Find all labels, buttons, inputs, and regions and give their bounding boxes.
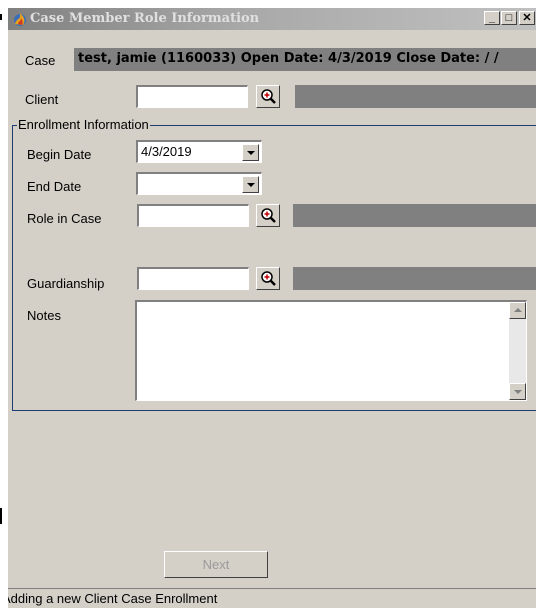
minimize-button[interactable]: _ (484, 11, 500, 25)
notes-scrollbar[interactable] (509, 302, 526, 400)
guardianship-label: Guardianship (27, 276, 105, 291)
guardianship-lookup-button[interactable] (256, 267, 280, 290)
client-lookup-button[interactable] (256, 85, 280, 108)
case-label: Case (25, 53, 56, 68)
begin-date-value: 4/3/2019 (141, 144, 192, 159)
case-member-role-window: Case Member Role Information _ □ ✕ Case … (8, 8, 536, 608)
role-in-case-input[interactable] (137, 204, 249, 227)
client-label: Client (25, 92, 59, 107)
left-edge-mark (0, 14, 2, 20)
magnifier-icon (261, 89, 276, 104)
case-info-text: test, jamie (1160033) Open Date: 4/3/201… (78, 51, 499, 66)
notes-textarea[interactable] (135, 300, 527, 401)
status-bar: Adding a new Client Case Enrollment (8, 588, 536, 608)
end-date-label: End Date (27, 179, 82, 194)
status-text: Adding a new Client Case Enrollment (8, 591, 218, 606)
close-button[interactable]: ✕ (519, 11, 535, 25)
left-edge-mark (0, 508, 2, 524)
begin-date-label: Begin Date (27, 147, 92, 162)
role-in-case-label: Role in Case (27, 211, 102, 226)
next-button[interactable]: Next (164, 551, 268, 578)
scroll-down-icon[interactable] (509, 383, 526, 400)
role-lookup-button[interactable] (256, 204, 280, 227)
window-title: Case Member Role Information (30, 11, 260, 26)
end-date-combo[interactable] (136, 172, 262, 195)
client-name-display (295, 85, 536, 108)
case-info-bar: test, jamie (1160033) Open Date: 4/3/201… (74, 48, 536, 71)
client-input[interactable] (136, 85, 248, 108)
notes-label: Notes (27, 308, 61, 323)
guardianship-name-display (293, 267, 536, 290)
scroll-up-icon[interactable] (509, 302, 526, 319)
magnifier-icon (261, 271, 276, 286)
chevron-down-icon[interactable] (242, 176, 259, 193)
role-description-display (293, 204, 536, 227)
magnifier-icon (261, 208, 276, 223)
app-icon (12, 11, 28, 27)
begin-date-combo[interactable]: 4/3/2019 (136, 140, 262, 163)
guardianship-input[interactable] (137, 267, 249, 290)
title-bar[interactable]: Case Member Role Information _ □ ✕ (8, 8, 536, 30)
maximize-button[interactable]: □ (501, 11, 517, 25)
enrollment-group-label: Enrollment Information (17, 117, 150, 132)
chevron-down-icon[interactable] (242, 144, 259, 161)
